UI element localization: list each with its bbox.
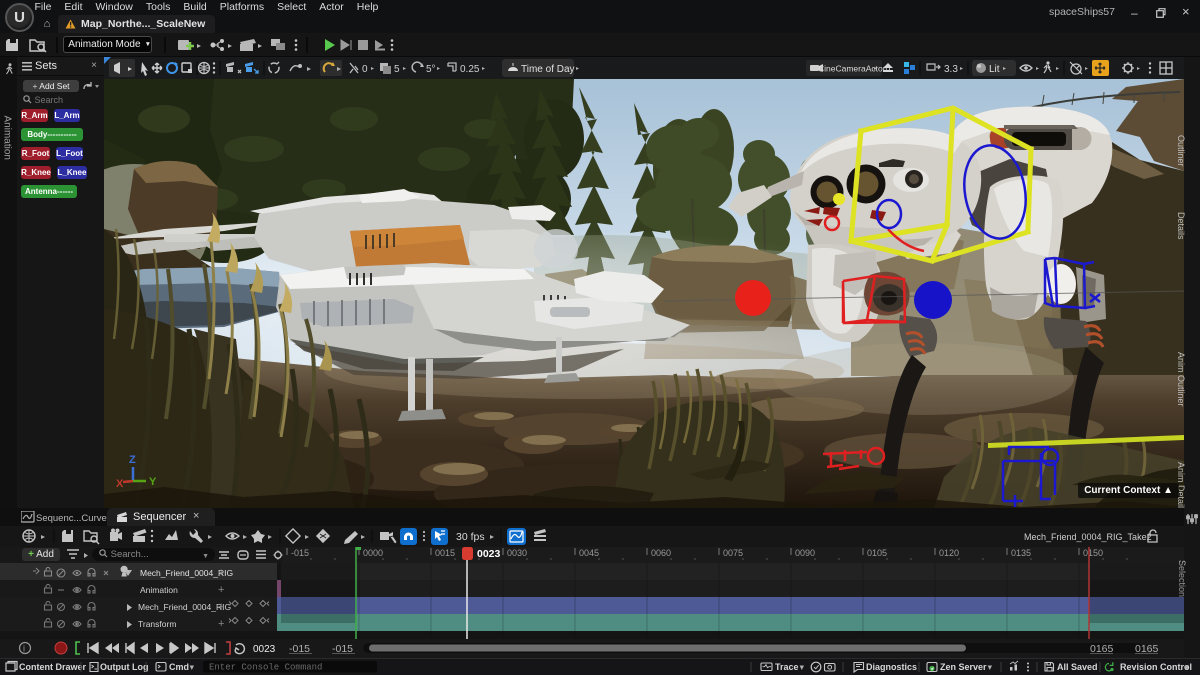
svg-text:Revision Control: Revision Control [1120,662,1192,672]
svg-text:0.25: 0.25 [460,64,480,75]
svg-text:Enter Console Command: Enter Console Command [209,663,322,673]
svg-text:+: + [218,618,224,630]
svg-text:0023: 0023 [253,644,276,655]
svg-text:Time of Day: Time of Day [521,64,575,75]
svg-text:Zen Server: Zen Server [940,662,987,672]
svg-text:30 fps: 30 fps [456,531,485,543]
svg-text:Z: Z [129,454,136,466]
svg-text:Transform: Transform [138,619,176,629]
svg-text:5: 5 [394,64,400,75]
svg-text:+: + [218,584,224,596]
svg-text:Trace: Trace [775,662,799,672]
svg-text:X: X [116,478,124,490]
svg-text:Cmd: Cmd [169,662,189,672]
svg-text:Diagnostics: Diagnostics [866,662,917,672]
svg-text:Animation: Animation [140,585,178,595]
svg-text:All Saved: All Saved [1057,662,1098,672]
svg-text:0: 0 [362,64,368,75]
svg-text:Y: Y [149,476,157,488]
svg-text:Output Log: Output Log [100,662,148,672]
svg-text:Mech_Friend_0004_RIG_Take2: Mech_Friend_0004_RIG_Take2 [1024,532,1152,542]
svg-text:+: + [218,601,224,613]
svg-text:i: i [23,644,25,654]
svg-text:3.3: 3.3 [944,64,958,75]
svg-text:CineCameraActor0: CineCameraActor0 [818,64,891,74]
svg-text:5°: 5° [426,64,436,75]
svg-text:+: + [218,567,224,579]
svg-text:Content Drawer: Content Drawer [19,662,87,672]
svg-text:Lit: Lit [989,64,1000,75]
